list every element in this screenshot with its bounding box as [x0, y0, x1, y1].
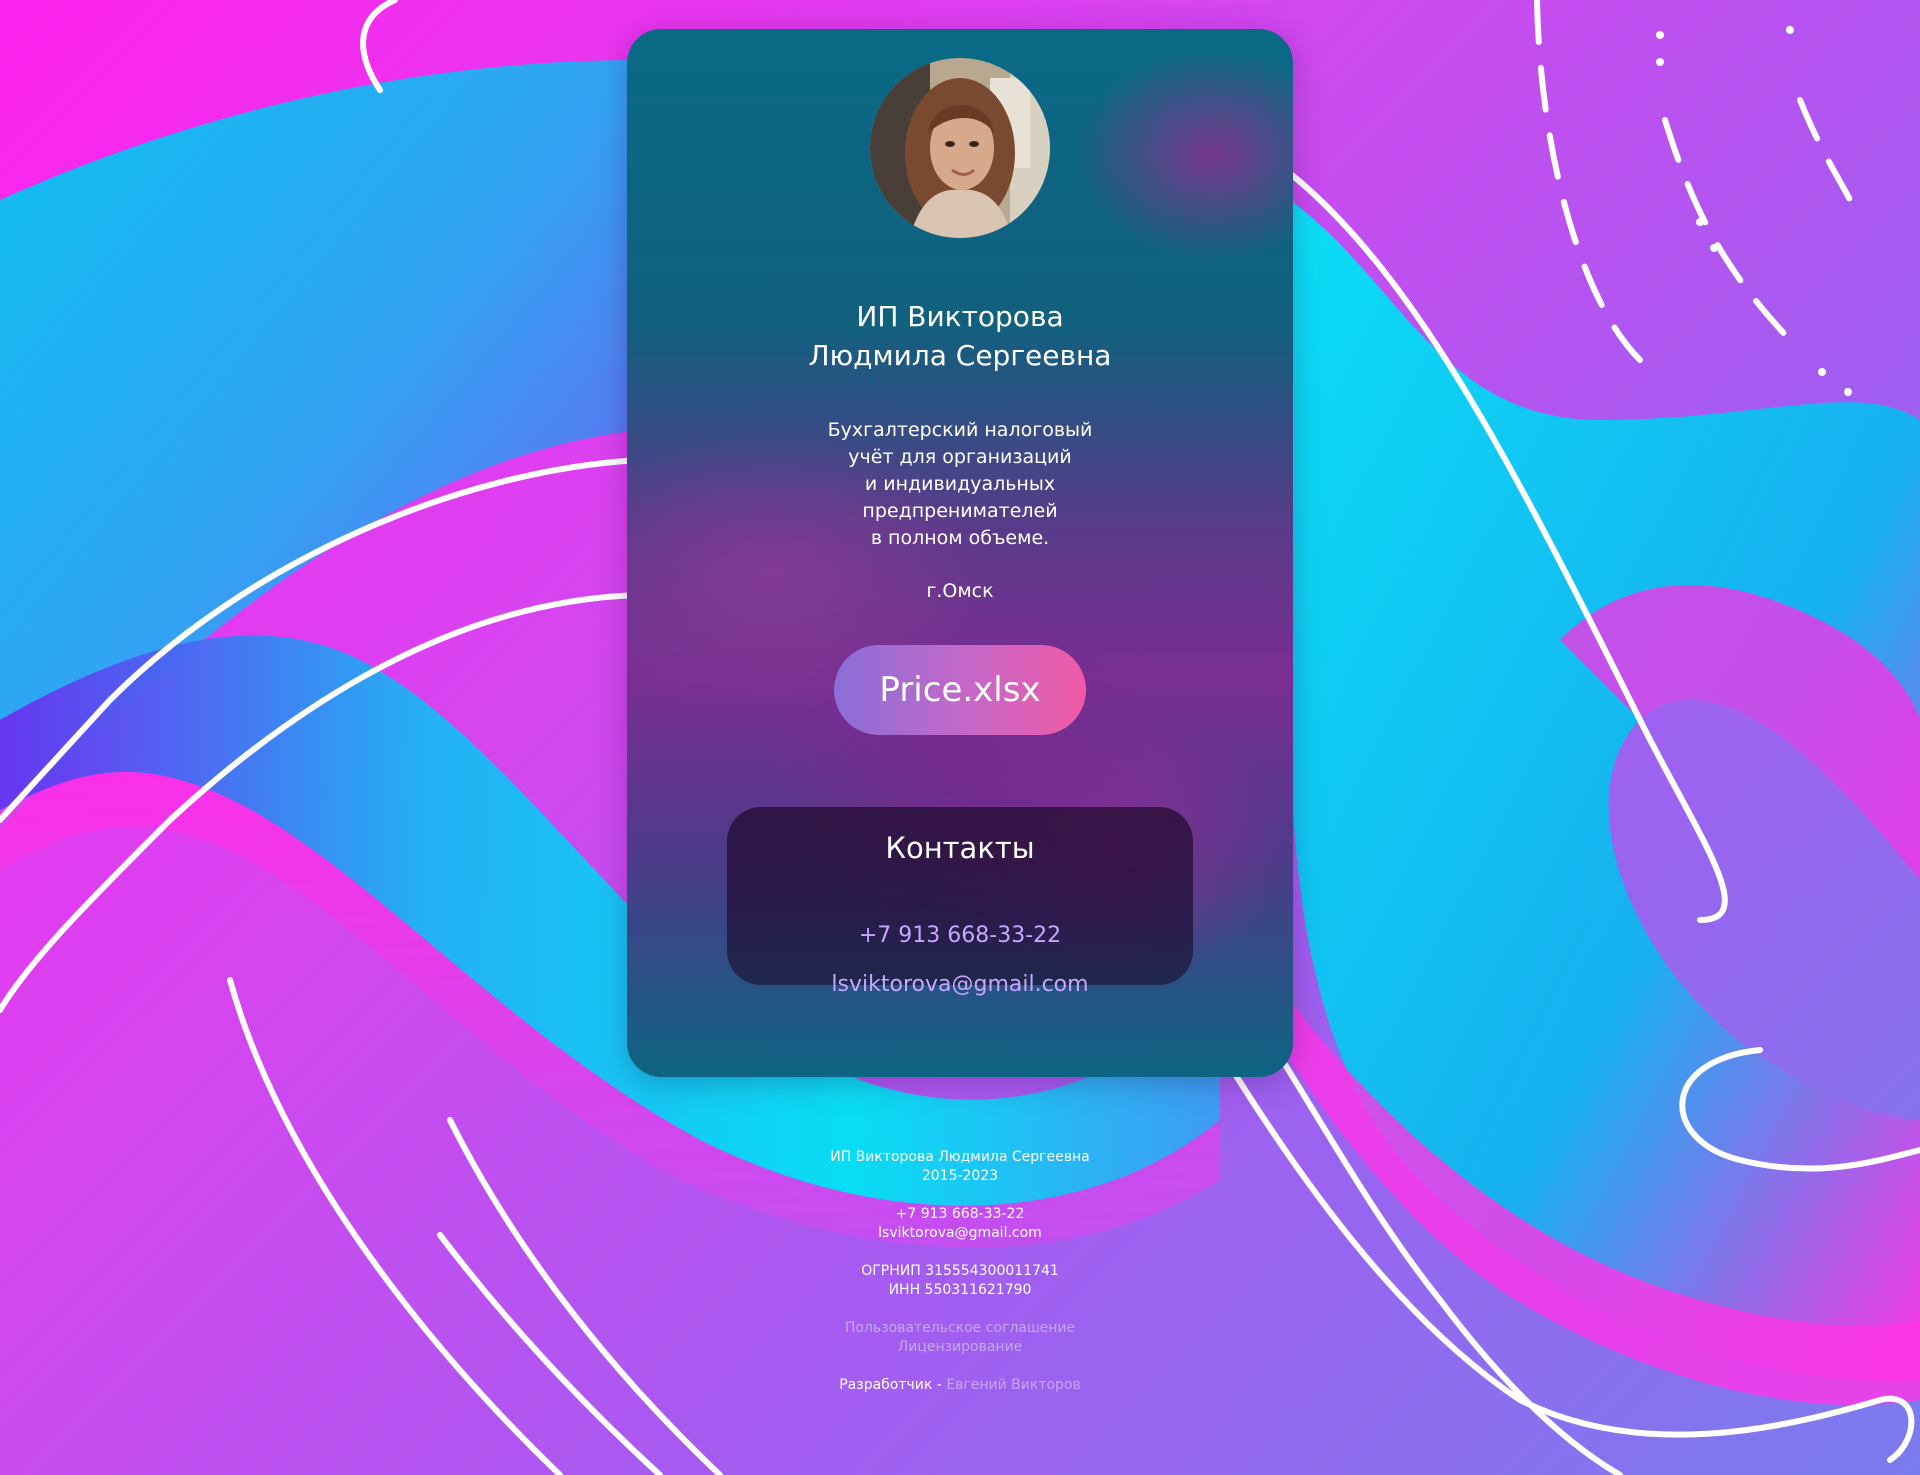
- description-line: Бухгалтерский налоговый: [827, 419, 1093, 441]
- owner-name: ИП Викторова Людмила Сергеевна: [627, 297, 1293, 375]
- phone-link[interactable]: +7 913 668-33-22: [727, 923, 1193, 948]
- avatar: [870, 58, 1050, 238]
- developer-credit: Разработчик - Евгений Викторов: [0, 1376, 1920, 1395]
- footer: ИП Викторова Людмила Сергеевна 2015-2023…: [0, 1148, 1920, 1395]
- footer-inn: ИНН 550311621790: [888, 1282, 1032, 1298]
- footer-company: ИП Викторова Людмила Сергеевна: [830, 1149, 1090, 1165]
- description-line: предпренимателей: [862, 500, 1058, 522]
- footer-phone[interactable]: +7 913 668-33-22: [0, 1205, 1920, 1224]
- city-label: г.Омск: [926, 580, 994, 602]
- service-description: Бухгалтерский налоговый учёт для организ…: [627, 417, 1293, 552]
- owner-name-line1: ИП Викторова: [856, 300, 1064, 333]
- email-link[interactable]: lsviktorova@gmail.com: [727, 972, 1193, 997]
- developer-label: Разработчик: [839, 1377, 933, 1393]
- licensing-link[interactable]: Лицензирование: [0, 1338, 1920, 1357]
- user-agreement-link[interactable]: Пользовательское соглашение: [0, 1319, 1920, 1338]
- developer-separator: -: [932, 1377, 947, 1393]
- description-line: и индивидуальных: [864, 473, 1056, 495]
- developer-link[interactable]: Евгений Викторов: [946, 1377, 1080, 1393]
- contacts-panel: Контакты +7 913 668-33-22 lsviktorova@gm…: [727, 807, 1193, 997]
- contacts-title: Контакты: [885, 831, 1035, 865]
- portrait-image: [870, 58, 1050, 238]
- footer-email[interactable]: lsviktorova@gmail.com: [0, 1224, 1920, 1243]
- description-line: в полном объеме.: [870, 527, 1050, 549]
- footer-ogrnip: ОГРНИП 315554300011741: [861, 1263, 1059, 1279]
- profile-card: ИП Викторова Людмила Сергеевна Бухгалтер…: [627, 29, 1293, 1077]
- price-download-button[interactable]: Price.xlsx: [834, 645, 1086, 735]
- footer-years: 2015-2023: [921, 1168, 999, 1184]
- owner-name-line2: Людмила Сергеевна: [808, 339, 1112, 372]
- description-line: учёт для организаций: [848, 446, 1072, 468]
